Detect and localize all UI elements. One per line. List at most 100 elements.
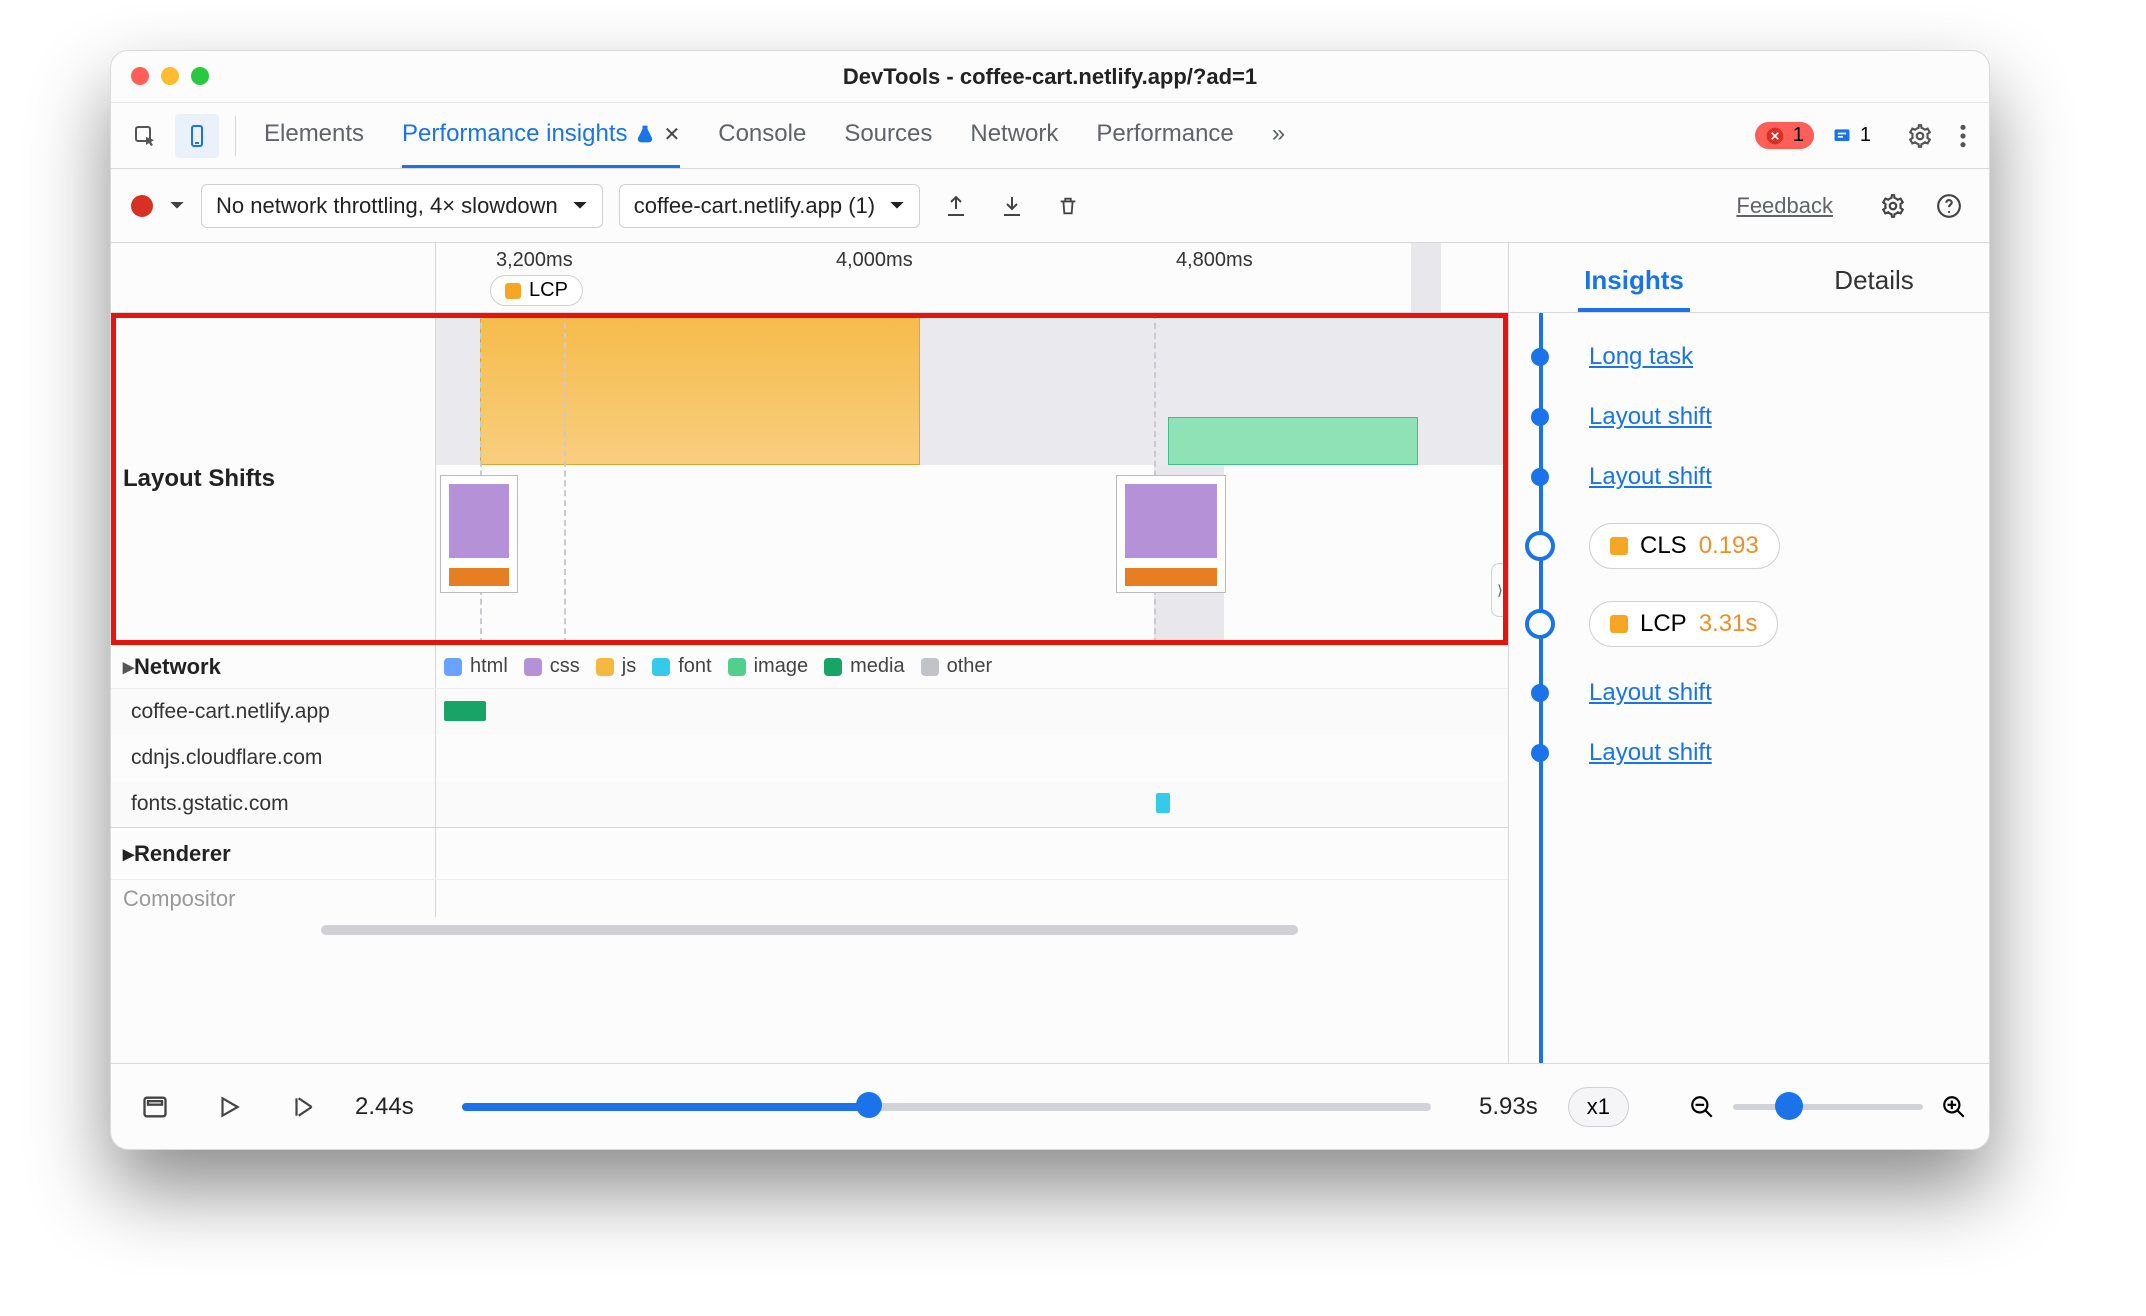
legend-label: html bbox=[470, 655, 508, 678]
close-window-button[interactable] bbox=[131, 67, 149, 85]
color-swatch bbox=[652, 658, 670, 676]
layout-shifts-lane[interactable]: Layout Shifts bbox=[111, 313, 1508, 645]
titlebar: DevTools - coffee-cart.netlify.app/?ad=1 bbox=[111, 51, 1989, 103]
network-host-row[interactable]: cdnjs.cloudflare.com bbox=[111, 735, 1508, 781]
request-bar[interactable] bbox=[444, 701, 486, 721]
metric-name: CLS bbox=[1640, 532, 1687, 560]
tab-performance[interactable]: Performance bbox=[1096, 103, 1233, 168]
tab-console[interactable]: Console bbox=[718, 103, 806, 168]
zoom-out-icon[interactable] bbox=[1689, 1094, 1715, 1120]
lcp-marker-chip[interactable]: LCP bbox=[490, 275, 583, 306]
tab-sources[interactable]: Sources bbox=[844, 103, 932, 168]
kebab-menu-icon[interactable] bbox=[1959, 123, 1967, 149]
insight-metric-item[interactable]: LCP 3.31s bbox=[1509, 585, 1989, 663]
devtools-window: DevTools - coffee-cart.netlify.app/?ad=1… bbox=[110, 50, 1990, 1150]
insight-item[interactable]: Layout shift bbox=[1509, 447, 1989, 507]
tab-insights[interactable]: Insights bbox=[1578, 253, 1690, 312]
playback-bar: 2.44s 5.93s x1 bbox=[111, 1063, 1989, 1149]
zoom-in-icon[interactable] bbox=[1941, 1094, 1967, 1120]
export-icon[interactable] bbox=[936, 186, 976, 226]
inspect-element-icon[interactable] bbox=[123, 114, 167, 158]
flask-icon bbox=[635, 124, 655, 144]
rail-dot-icon bbox=[1531, 408, 1549, 426]
rail-ring-icon bbox=[1525, 531, 1555, 561]
timeline-horizontal-scrollbar[interactable] bbox=[111, 917, 1508, 943]
sidebar-expand-handle[interactable]: ⟩ bbox=[1491, 563, 1509, 617]
slider-thumb[interactable] bbox=[856, 1092, 882, 1118]
minimize-window-button[interactable] bbox=[161, 67, 179, 85]
record-menu-icon[interactable] bbox=[169, 198, 185, 214]
slider-thumb[interactable] bbox=[1775, 1092, 1803, 1120]
timeline-pane[interactable]: 3,200ms 4,000ms 4,800ms LCP Layout Shift… bbox=[111, 243, 1509, 1063]
delete-icon[interactable] bbox=[1048, 186, 1088, 226]
screenshot-thumbnail[interactable] bbox=[1116, 475, 1226, 593]
scrollbar-vertical[interactable] bbox=[1411, 243, 1441, 312]
insight-link[interactable]: Layout shift bbox=[1589, 739, 1712, 766]
request-bar[interactable] bbox=[1156, 793, 1170, 813]
zoom-window-button[interactable] bbox=[191, 67, 209, 85]
recording-label: coffee-cart.netlify.app (1) bbox=[634, 193, 875, 219]
play-icon[interactable] bbox=[207, 1085, 251, 1129]
zoom-slider[interactable] bbox=[1733, 1104, 1923, 1110]
legend-label: image bbox=[754, 655, 808, 678]
insight-item[interactable]: Long task bbox=[1509, 327, 1989, 387]
legend-label: media bbox=[850, 655, 904, 678]
more-tabs-button[interactable]: » bbox=[1272, 103, 1285, 168]
color-swatch bbox=[921, 658, 939, 676]
insight-link[interactable]: Layout shift bbox=[1589, 463, 1712, 490]
zoom-controls bbox=[1689, 1094, 1967, 1120]
insights-sidebar: Insights Details Long task Layout shift bbox=[1509, 243, 1989, 1063]
playback-slider[interactable] bbox=[462, 1103, 1431, 1111]
insight-link[interactable]: Layout shift bbox=[1589, 679, 1712, 706]
tab-details[interactable]: Details bbox=[1828, 253, 1919, 312]
shift-marker-line bbox=[564, 313, 566, 644]
recording-select[interactable]: coffee-cart.netlify.app (1) bbox=[619, 184, 920, 228]
insight-item[interactable]: Layout shift bbox=[1509, 387, 1989, 447]
compositor-lane-header[interactable]: Compositor bbox=[111, 879, 1508, 917]
insight-item[interactable]: Layout shift bbox=[1509, 723, 1989, 783]
divider bbox=[235, 116, 236, 156]
ruler-tick: 4,800ms bbox=[1176, 249, 1253, 272]
tab-elements[interactable]: Elements bbox=[264, 103, 364, 168]
rail-dot-icon bbox=[1531, 744, 1549, 762]
settings-icon[interactable] bbox=[1907, 123, 1933, 149]
insights-toolbar: No network throttling, 4× slowdown coffe… bbox=[111, 169, 1989, 243]
playback-rate-button[interactable]: x1 bbox=[1568, 1087, 1629, 1127]
restart-icon[interactable] bbox=[281, 1085, 325, 1129]
throttling-select[interactable]: No network throttling, 4× slowdown bbox=[201, 184, 603, 228]
record-button[interactable] bbox=[131, 195, 153, 217]
panel-settings-icon[interactable] bbox=[1873, 186, 1913, 226]
color-swatch bbox=[444, 658, 462, 676]
feedback-link[interactable]: Feedback bbox=[1736, 193, 1833, 219]
layout-shift-block[interactable] bbox=[1168, 417, 1418, 465]
throttling-label: No network throttling, 4× slowdown bbox=[216, 193, 558, 219]
error-counter[interactable]: 1 bbox=[1755, 122, 1814, 149]
time-end-label: 5.93s bbox=[1479, 1093, 1538, 1121]
device-toggle-icon[interactable] bbox=[175, 114, 219, 158]
time-ruler: 3,200ms 4,000ms 4,800ms LCP bbox=[111, 243, 1508, 313]
insight-metric-item[interactable]: CLS 0.193 bbox=[1509, 507, 1989, 585]
color-swatch bbox=[1610, 537, 1628, 555]
screenshot-thumbnail[interactable] bbox=[440, 475, 518, 593]
tab-network[interactable]: Network bbox=[970, 103, 1058, 168]
renderer-lane-header[interactable]: Renderer bbox=[111, 827, 1508, 879]
color-swatch bbox=[728, 658, 746, 676]
import-icon[interactable] bbox=[992, 186, 1032, 226]
metric-value: 3.31s bbox=[1699, 610, 1758, 638]
network-host-row[interactable]: fonts.gstatic.com bbox=[111, 781, 1508, 827]
network-lane-header[interactable]: Network html css js font image media oth… bbox=[111, 645, 1508, 689]
legend-label: other bbox=[947, 655, 993, 678]
tab-performance-insights[interactable]: Performance insights ✕ bbox=[402, 103, 680, 168]
main-content: 3,200ms 4,000ms 4,800ms LCP Layout Shift… bbox=[111, 243, 1989, 1063]
issue-counter[interactable]: 1 bbox=[1822, 122, 1881, 149]
metric-name: LCP bbox=[1640, 610, 1687, 638]
insight-item[interactable]: Layout shift bbox=[1509, 663, 1989, 723]
insight-link[interactable]: Layout shift bbox=[1589, 403, 1712, 430]
toggle-screenshot-icon[interactable] bbox=[133, 1085, 177, 1129]
insight-link[interactable]: Long task bbox=[1589, 343, 1693, 370]
help-icon[interactable] bbox=[1929, 186, 1969, 226]
insights-list[interactable]: Long task Layout shift Layout shift bbox=[1509, 313, 1989, 1063]
close-tab-button[interactable]: ✕ bbox=[663, 122, 680, 147]
network-host-row[interactable]: coffee-cart.netlify.app bbox=[111, 689, 1508, 735]
layout-shift-block[interactable] bbox=[480, 313, 920, 465]
